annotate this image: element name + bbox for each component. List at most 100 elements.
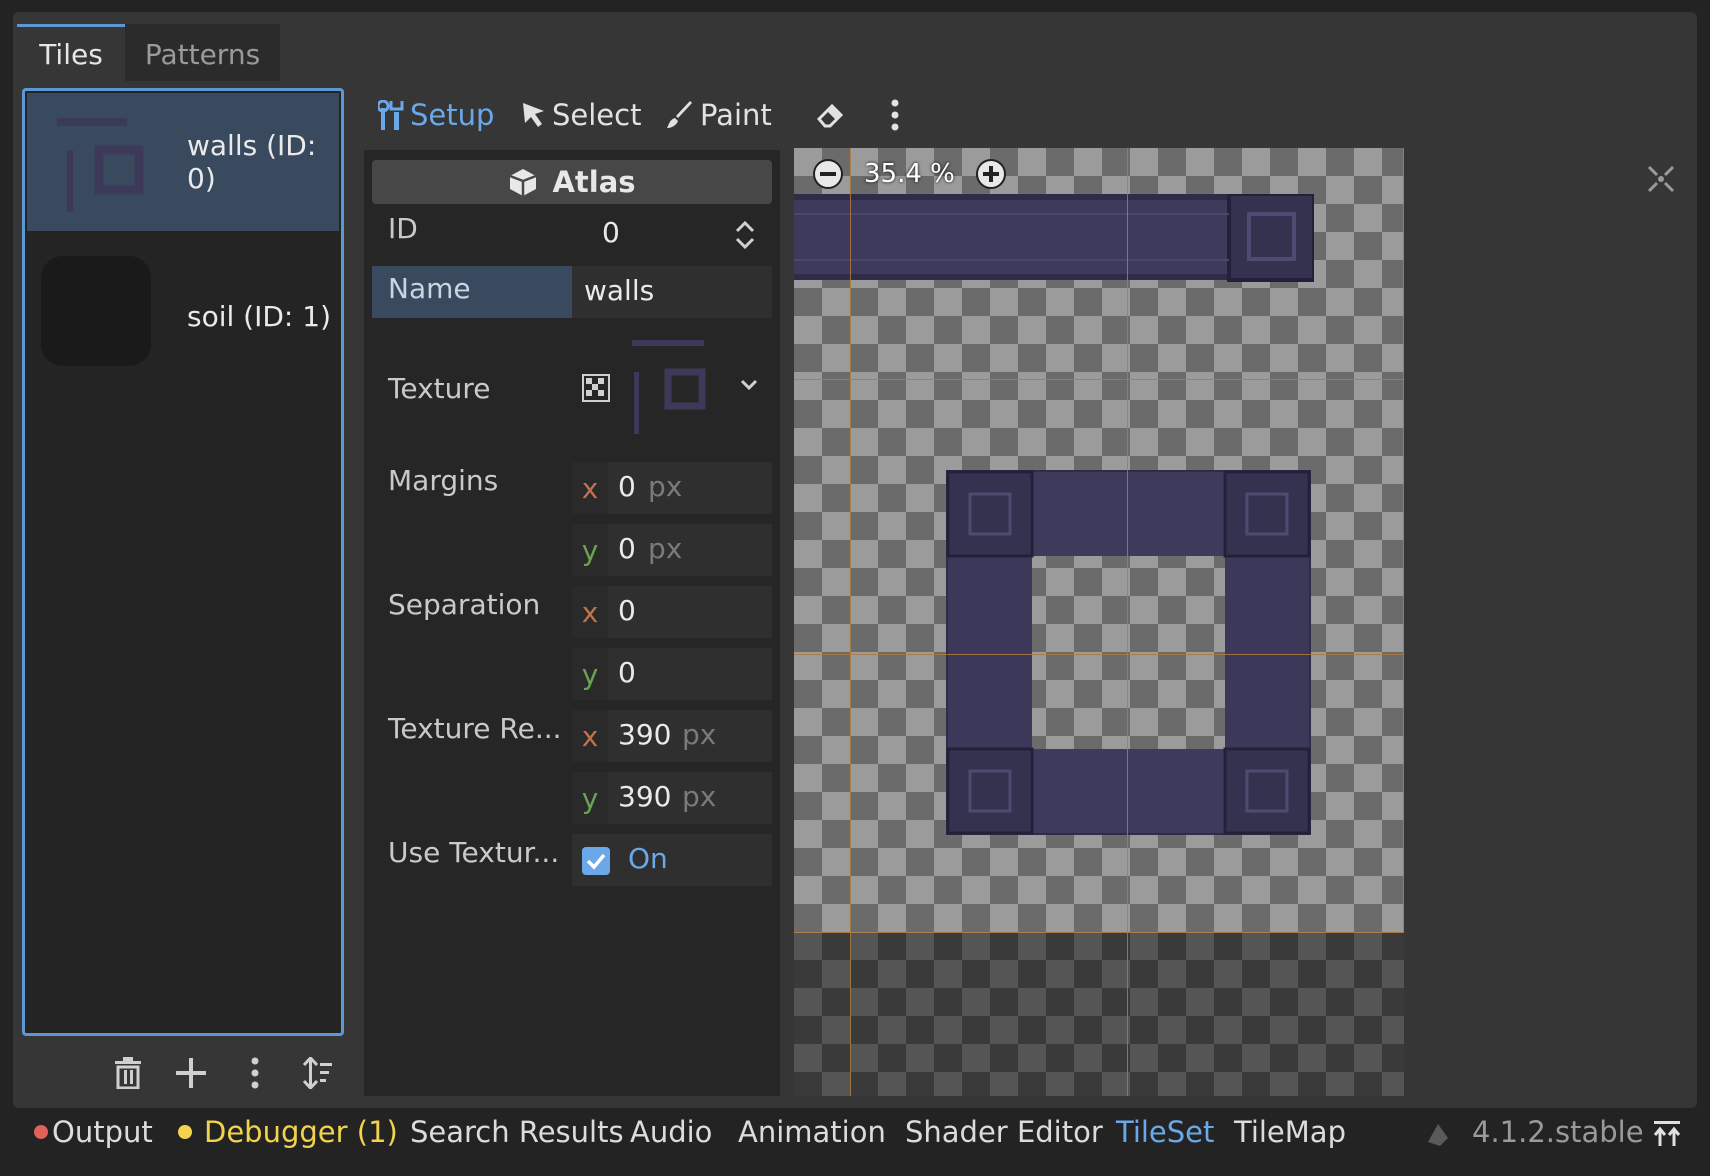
zoom-in-icon[interactable] (975, 158, 1007, 190)
zoom-controls: 35.4 % (812, 158, 1007, 190)
texture-region-y-value: 390 (618, 780, 672, 813)
zoom-out-icon[interactable] (812, 158, 844, 190)
texture-region-label: Texture Re... (388, 712, 562, 745)
axis-y-label: y (572, 648, 608, 700)
cursor-icon (523, 103, 544, 127)
margins-x-field[interactable]: x 0 px (572, 462, 772, 514)
source-label: soil (ID: 1) (187, 299, 331, 333)
brush-icon (667, 101, 692, 128)
select-mode-button[interactable]: Select (522, 90, 641, 140)
id-spinbox[interactable]: 0 (572, 208, 772, 260)
separation-label: Separation (388, 588, 541, 621)
atlas-title: Atlas (552, 165, 636, 199)
debugger-label: Debugger (1) (204, 1115, 398, 1149)
animation-tab[interactable]: Animation (738, 1115, 886, 1149)
atlas-source-list: walls (ID: 0) soil (ID: 1) (22, 88, 344, 1036)
unit-label: px (648, 532, 683, 565)
list-item[interactable]: walls (ID: 0) (27, 93, 339, 231)
atlas-inspector: Atlas ID 0 Name walls Texture Margins x … (364, 150, 780, 1096)
paint-mode-button[interactable]: Paint (666, 90, 772, 140)
source-label: walls (ID: 0) (187, 129, 317, 195)
grid-line (1403, 148, 1404, 933)
name-field[interactable]: walls (572, 266, 772, 318)
eraser-icon[interactable] (815, 90, 851, 140)
center-view-icon[interactable] (1646, 164, 1676, 194)
error-dot-icon (34, 1125, 48, 1139)
unit-label: px (682, 718, 717, 751)
grid-line (794, 654, 1404, 655)
use-texture-padding-checkbox[interactable]: On (572, 834, 772, 886)
separation-x-field[interactable]: x 0 (572, 586, 772, 638)
expand-panel-icon[interactable] (1652, 1120, 1682, 1148)
tools-icon (378, 100, 404, 130)
cube-icon (510, 169, 537, 196)
select-label: Select (552, 98, 642, 132)
zoom-level[interactable]: 35.4 % (864, 159, 955, 189)
axis-x-label: x (572, 462, 608, 514)
separation-y-value: 0 (618, 656, 636, 689)
margins-x-value: 0 (618, 470, 636, 503)
margins-y-field[interactable]: y 0 px (572, 524, 772, 576)
use-texture-padding-value: On (628, 842, 668, 875)
atlas-section-header[interactable]: Atlas (372, 160, 772, 204)
debugger-tab[interactable]: Debugger (1) (178, 1115, 398, 1149)
grid-line (794, 379, 1404, 380)
separation-y-field[interactable]: y 0 (572, 648, 772, 700)
shader-editor-tab[interactable]: Shader Editor (905, 1115, 1103, 1149)
source-list-toolbar (100, 1050, 350, 1096)
unit-label: px (682, 780, 717, 813)
texture-picker[interactable] (572, 336, 772, 436)
checkbox-checked-icon (582, 847, 610, 875)
chevron-down-icon[interactable] (740, 378, 758, 392)
name-value: walls (584, 274, 655, 307)
warning-dot-icon (178, 1125, 192, 1139)
plus-icon[interactable] (168, 1050, 214, 1096)
tab-tiles[interactable]: Tiles (17, 24, 125, 81)
soil-texture-thumbnail (39, 256, 159, 376)
grid-line (1127, 148, 1128, 1096)
spin-arrows-icon (735, 220, 755, 250)
axis-x-label: x (572, 710, 608, 762)
unit-label: px (648, 470, 683, 503)
wall-square-sprite (946, 470, 1311, 835)
trash-icon[interactable] (105, 1050, 151, 1096)
grid-line (794, 932, 1404, 933)
id-value: 0 (602, 216, 620, 249)
out-of-bounds-shade (794, 933, 1404, 1096)
kebab-menu-icon[interactable] (232, 1050, 278, 1096)
margins-label: Margins (388, 464, 499, 497)
tilemap-tab[interactable]: TileMap (1234, 1115, 1346, 1149)
output-label: Output (52, 1115, 153, 1149)
version-label: 4.1.2.stable (1472, 1115, 1644, 1149)
margins-y-value: 0 (618, 532, 636, 565)
walls-texture-thumbnail (39, 102, 159, 222)
texture-label: Texture (388, 372, 491, 405)
tileset-tab[interactable]: TileSet (1116, 1115, 1214, 1149)
tab-patterns[interactable]: Patterns (125, 24, 280, 81)
sort-icon[interactable] (295, 1050, 341, 1096)
audio-tab[interactable]: Audio (630, 1115, 712, 1149)
search-results-tab[interactable]: Search Results (410, 1115, 624, 1149)
wall-horizontal-sprite (794, 194, 1314, 282)
grid-line (850, 148, 851, 1096)
texture-type-icon (582, 374, 610, 402)
tileset-editor: Tiles Patterns walls (ID: 0) soil (ID: 1… (0, 0, 1710, 1176)
axis-y-label: y (572, 524, 608, 576)
walls-texture-preview (632, 340, 706, 434)
axis-y-label: y (572, 772, 608, 824)
use-texture-padding-label: Use Textur... (388, 836, 560, 869)
setup-mode-button[interactable]: Setup (378, 90, 494, 140)
axis-x-label: x (572, 586, 608, 638)
texture-region-y-field[interactable]: y 390 px (572, 772, 772, 824)
name-label: Name (388, 272, 471, 305)
texture-region-x-value: 390 (618, 718, 672, 751)
id-label: ID (388, 212, 418, 245)
kebab-menu-icon[interactable] (890, 90, 906, 140)
list-item[interactable]: soil (ID: 1) (27, 247, 339, 385)
notification-bell-icon[interactable] (1424, 1120, 1452, 1148)
atlas-viewport[interactable]: 35.4 % (794, 148, 1682, 1096)
paint-label: Paint (700, 98, 772, 132)
separation-x-value: 0 (618, 594, 636, 627)
output-tab[interactable]: Output (34, 1115, 153, 1149)
texture-region-x-field[interactable]: x 390 px (572, 710, 772, 762)
